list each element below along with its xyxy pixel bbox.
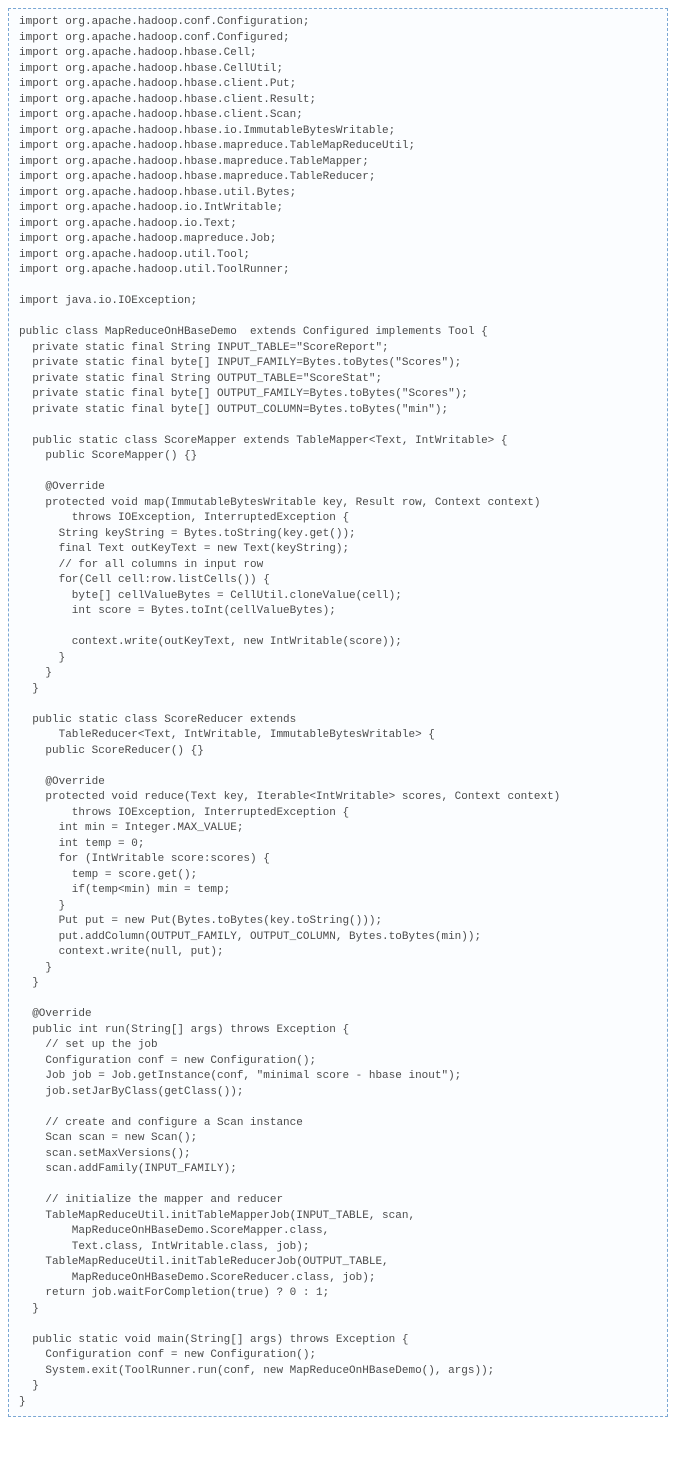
code-listing-box: import org.apache.hadoop.conf.Configurat… — [8, 8, 668, 1417]
java-code-listing: import org.apache.hadoop.conf.Configurat… — [19, 15, 657, 1410]
